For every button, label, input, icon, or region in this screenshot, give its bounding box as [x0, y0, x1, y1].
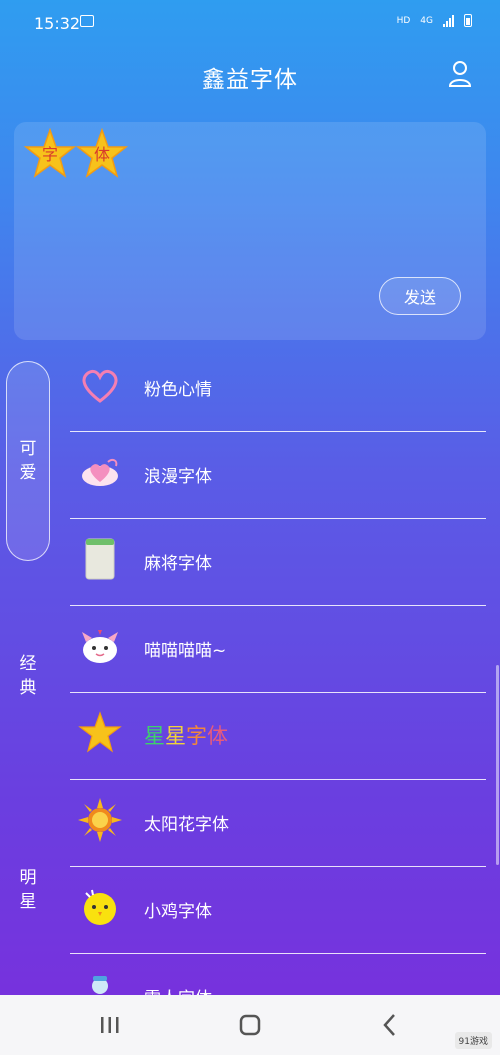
- star-icon: [78, 711, 122, 753]
- font-name: 小鸡字体: [144, 902, 212, 922]
- star-char-1-text: 字: [42, 145, 58, 164]
- rainbow-char-2: 星: [165, 724, 186, 748]
- romantic-heart-icon: [82, 458, 118, 486]
- user-icon[interactable]: [448, 60, 472, 88]
- status-time: 15:32: [34, 14, 81, 33]
- gallery-notification-icon: [80, 15, 94, 27]
- rainbow-char-3: 字: [186, 724, 207, 748]
- font-name: 喵喵喵喵~: [144, 641, 227, 661]
- font-item-star[interactable]: 星星字体: [70, 693, 486, 780]
- rainbow-char-4: 体: [207, 724, 228, 748]
- signal-icon: [443, 14, 454, 27]
- chick-icon: [84, 889, 116, 925]
- category-tab-cute[interactable]: 可爱: [6, 361, 50, 561]
- back-icon[interactable]: [370, 1009, 410, 1041]
- category-tab-star-label: 明星: [19, 868, 37, 912]
- font-item-chick[interactable]: 小鸡字体: [70, 867, 486, 954]
- font-list: 粉色心情 浪漫字体 麻将字体 喵喵喵喵~ 星星字体 太阳花字体 小鸡字体: [70, 345, 486, 1040]
- preview-card[interactable]: 字 体 发送: [14, 122, 486, 340]
- font-item-sunflower[interactable]: 太阳花字体: [70, 780, 486, 867]
- send-button[interactable]: 发送: [379, 277, 461, 315]
- rainbow-char-1: 星: [144, 724, 165, 748]
- font-name: 太阳花字体: [144, 815, 229, 835]
- category-tab-star[interactable]: 明星: [6, 866, 50, 914]
- font-name-rainbow: 星星字体: [144, 720, 228, 750]
- category-tab-cute-label: 可爱: [19, 439, 37, 483]
- category-tab-classic-label: 经典: [19, 654, 37, 698]
- font-name: 麻将字体: [144, 554, 212, 574]
- star-char-2: 体: [76, 128, 128, 178]
- star-char-1: 字: [24, 128, 76, 178]
- mahjong-tile-icon: [85, 538, 115, 580]
- home-icon[interactable]: [230, 1009, 270, 1041]
- status-indicators: HD 4G: [397, 14, 472, 27]
- recents-icon[interactable]: [90, 1009, 130, 1041]
- cat-icon: [82, 630, 118, 663]
- sunflower-icon: [78, 798, 122, 842]
- font-name: 浪漫字体: [144, 467, 212, 487]
- font-name: 粉色心情: [144, 380, 212, 400]
- battery-icon: [464, 14, 472, 27]
- font-item-mahjong[interactable]: 麻将字体: [70, 519, 486, 606]
- nav-bar: 91游戏: [0, 995, 500, 1055]
- watermark: 91游戏: [454, 1032, 492, 1049]
- category-tab-classic[interactable]: 经典: [6, 652, 50, 700]
- title-bar: 鑫益字体: [0, 48, 500, 106]
- scrollbar[interactable]: [496, 665, 499, 865]
- font-item-cat[interactable]: 喵喵喵喵~: [70, 606, 486, 693]
- hd-label: HD: [396, 15, 411, 26]
- font-item-pink-heart[interactable]: 粉色心情: [70, 345, 486, 432]
- star-char-2-text: 体: [94, 145, 110, 164]
- font-item-romantic[interactable]: 浪漫字体: [70, 432, 486, 519]
- pink-heart-icon: [82, 369, 118, 403]
- status-bar: 15:32 HD 4G: [0, 0, 500, 48]
- app-title: 鑫益字体: [202, 67, 298, 93]
- network-type-label: 4G: [420, 15, 433, 26]
